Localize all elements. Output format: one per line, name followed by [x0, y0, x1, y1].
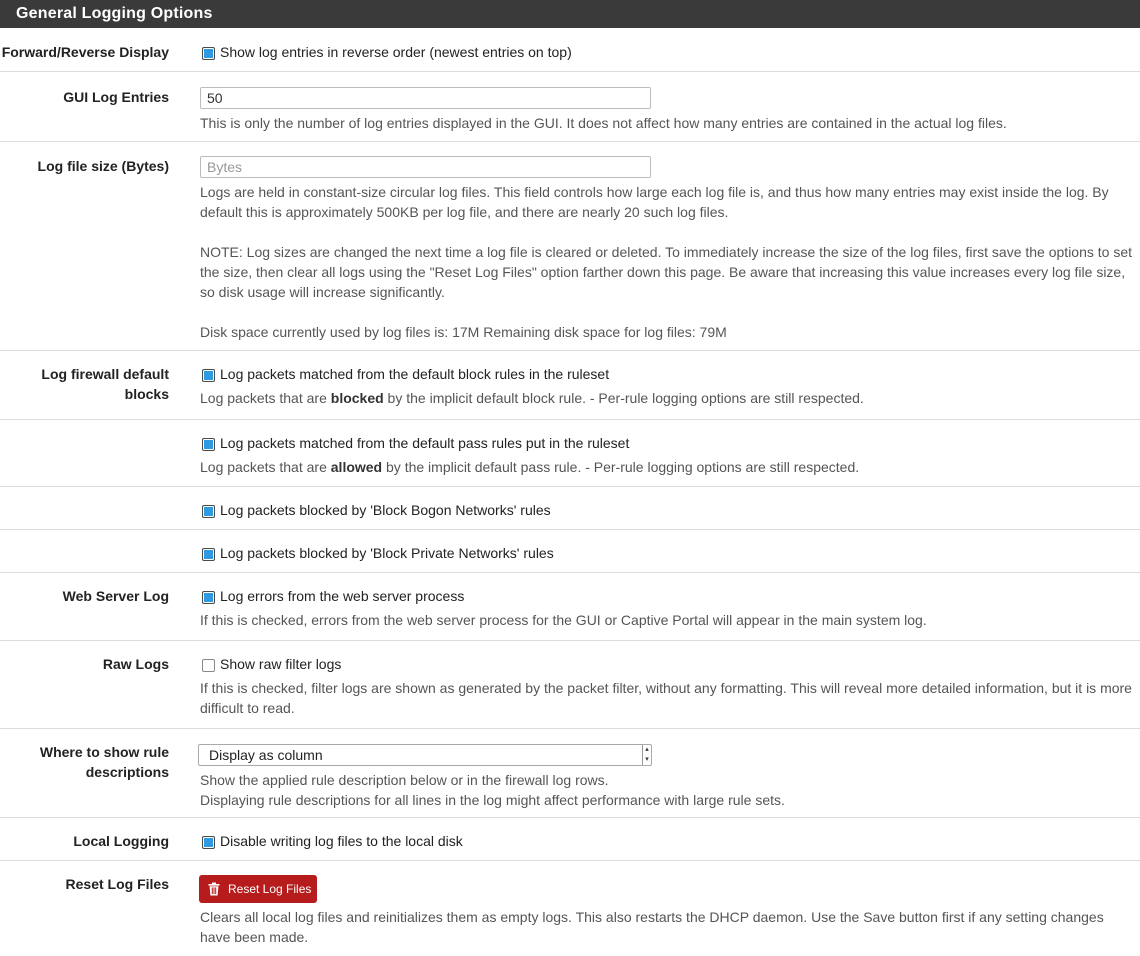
reset-log-files-button-label: Reset Log Files [228, 882, 312, 896]
web-server-log-option: Log errors from the web server process [200, 586, 1136, 606]
log-private-option: Log packets blocked by 'Block Private Ne… [200, 543, 1136, 563]
log-private-checkbox[interactable] [202, 548, 215, 561]
raw-logs-help: If this is checked, filter logs are show… [200, 680, 1132, 716]
gui-log-entries-help: This is only the number of log entries d… [200, 115, 1007, 131]
log-file-size-help-1: Logs are held in constant-size circular … [200, 184, 1109, 220]
forward-reverse-checkbox[interactable] [202, 47, 215, 60]
web-server-log-checkbox-label[interactable]: Log errors from the web server process [220, 586, 464, 606]
raw-logs-field: Show raw filter logs If this is checked,… [200, 654, 1136, 718]
row-log-default-pass: Log packets matched from the default pas… [0, 419, 1140, 487]
web-server-log-checkbox[interactable] [202, 591, 215, 604]
log-default-blocks-help: Log packets that are blocked by the impl… [200, 388, 1136, 408]
log-default-blocks-checkbox-label[interactable]: Log packets matched from the default blo… [220, 364, 609, 384]
row-log-default-blocks: Log firewall default blocks Log packets … [0, 351, 1140, 419]
reset-log-files-button[interactable]: Reset Log Files [199, 875, 318, 903]
row-forward-reverse: Forward/Reverse Display Show log entries… [0, 28, 1140, 72]
log-private-field: Log packets blocked by 'Block Private Ne… [200, 543, 1136, 563]
web-server-log-help: If this is checked, errors from the web … [200, 612, 927, 628]
log-file-size-help-2: NOTE: Log sizes are changed the next tim… [200, 244, 1133, 300]
gui-log-entries-field: 50 This is only the number of log entrie… [200, 87, 1136, 133]
local-logging-field: Disable writing log files to the local d… [200, 831, 1136, 851]
raw-logs-checkbox-label[interactable]: Show raw filter logs [220, 654, 341, 674]
help-emphasis: allowed [330, 459, 383, 475]
panel-title: General Logging Options [0, 0, 1140, 28]
web-server-log-field: Log errors from the web server process I… [200, 586, 1136, 630]
help-text: by the implicit default pass rule. - Per… [382, 459, 860, 475]
forward-reverse-option: Show log entries in reverse order (newes… [200, 42, 1136, 62]
row-log-bogon: Log packets blocked by 'Block Bogon Netw… [0, 487, 1140, 530]
forward-reverse-checkbox-label[interactable]: Show log entries in reverse order (newes… [220, 42, 572, 62]
select-arrows-icon: ▴ ▾ [642, 745, 651, 765]
rule-descriptions-label: Where to show rule descriptions [39, 744, 169, 780]
local-logging-checkbox[interactable] [202, 836, 215, 849]
log-private-checkbox-label[interactable]: Log packets blocked by 'Block Private Ne… [220, 543, 554, 563]
row-log-file-size: Log file size (Bytes) Bytes Logs are hel… [0, 142, 1140, 351]
log-bogon-field: Log packets blocked by 'Block Bogon Netw… [200, 500, 1136, 520]
log-default-pass-field: Log packets matched from the default pas… [200, 433, 1136, 477]
web-server-log-label: Web Server Log [62, 588, 169, 604]
row-web-server-log: Web Server Log Log errors from the web s… [0, 573, 1140, 641]
rule-descriptions-help-1: Show the applied rule description below … [200, 772, 609, 788]
forward-reverse-field: Show log entries in reverse order (newes… [200, 42, 1136, 62]
help-text: by the implicit default block rule. - Pe… [383, 390, 864, 406]
raw-logs-label: Raw Logs [102, 656, 169, 672]
log-file-size-field: Bytes Logs are held in constant-size cir… [200, 156, 1136, 342]
log-file-size-label: Log file size (Bytes) [37, 158, 169, 174]
reset-log-files-field: Reset Log Files Clears all local log fil… [199, 875, 1136, 947]
row-raw-logs: Raw Logs Show raw filter logs If this is… [0, 641, 1140, 729]
log-default-pass-option: Log packets matched from the default pas… [200, 433, 1136, 453]
reset-log-files-label: Reset Log Files [65, 876, 169, 892]
log-default-pass-checkbox[interactable] [202, 438, 215, 451]
log-default-blocks-option: Log packets matched from the default blo… [200, 364, 1136, 384]
trash-icon [208, 882, 220, 896]
general-logging-options-panel: General Logging Options Forward/Reverse … [0, 0, 1140, 956]
row-gui-log-entries: GUI Log Entries 50 This is only the numb… [0, 72, 1140, 142]
reset-log-files-help: Clears all local log files and reinitial… [200, 909, 1104, 945]
log-default-blocks-field: Log packets matched from the default blo… [200, 364, 1136, 408]
rule-descriptions-field: Display as column ▴ ▾ Show the applied ru… [198, 744, 1136, 810]
disk-space-info: Disk space currently used by log files i… [200, 324, 727, 340]
gui-log-entries-label: GUI Log Entries [63, 89, 169, 105]
raw-logs-checkbox[interactable] [202, 659, 215, 672]
rule-descriptions-select[interactable]: Display as column ▴ ▾ [198, 744, 652, 766]
log-default-pass-checkbox-label[interactable]: Log packets matched from the default pas… [220, 433, 629, 453]
help-text: Log packets that are [200, 459, 331, 475]
forward-reverse-label: Forward/Reverse Display [1, 44, 169, 60]
log-bogon-checkbox[interactable] [202, 505, 215, 518]
raw-logs-option: Show raw filter logs [200, 654, 1136, 674]
help-text: Log packets that are [200, 390, 331, 406]
row-reset-log-files: Reset Log Files Reset Log Files Clears a… [0, 861, 1140, 956]
local-logging-label: Local Logging [73, 833, 169, 849]
local-logging-checkbox-label[interactable]: Disable writing log files to the local d… [220, 831, 463, 851]
log-file-size-input[interactable]: Bytes [200, 156, 651, 178]
log-default-pass-help: Log packets that are allowed by the impl… [200, 457, 1136, 477]
help-emphasis: blocked [330, 390, 384, 406]
log-bogon-option: Log packets blocked by 'Block Bogon Netw… [200, 500, 1136, 520]
rule-descriptions-help-2: Displaying rule descriptions for all lin… [200, 792, 785, 808]
gui-log-entries-input[interactable]: 50 [200, 87, 651, 109]
row-log-private: Log packets blocked by 'Block Private Ne… [0, 530, 1140, 573]
log-bogon-checkbox-label[interactable]: Log packets blocked by 'Block Bogon Netw… [220, 500, 551, 520]
row-local-logging: Local Logging Disable writing log files … [0, 818, 1140, 861]
log-default-blocks-label: Log firewall default blocks [41, 366, 169, 402]
local-logging-option: Disable writing log files to the local d… [200, 831, 1136, 851]
rule-descriptions-selected: Display as column [209, 747, 323, 763]
log-default-blocks-checkbox[interactable] [202, 369, 215, 382]
row-rule-descriptions: Where to show rule descriptions Display … [0, 729, 1140, 818]
